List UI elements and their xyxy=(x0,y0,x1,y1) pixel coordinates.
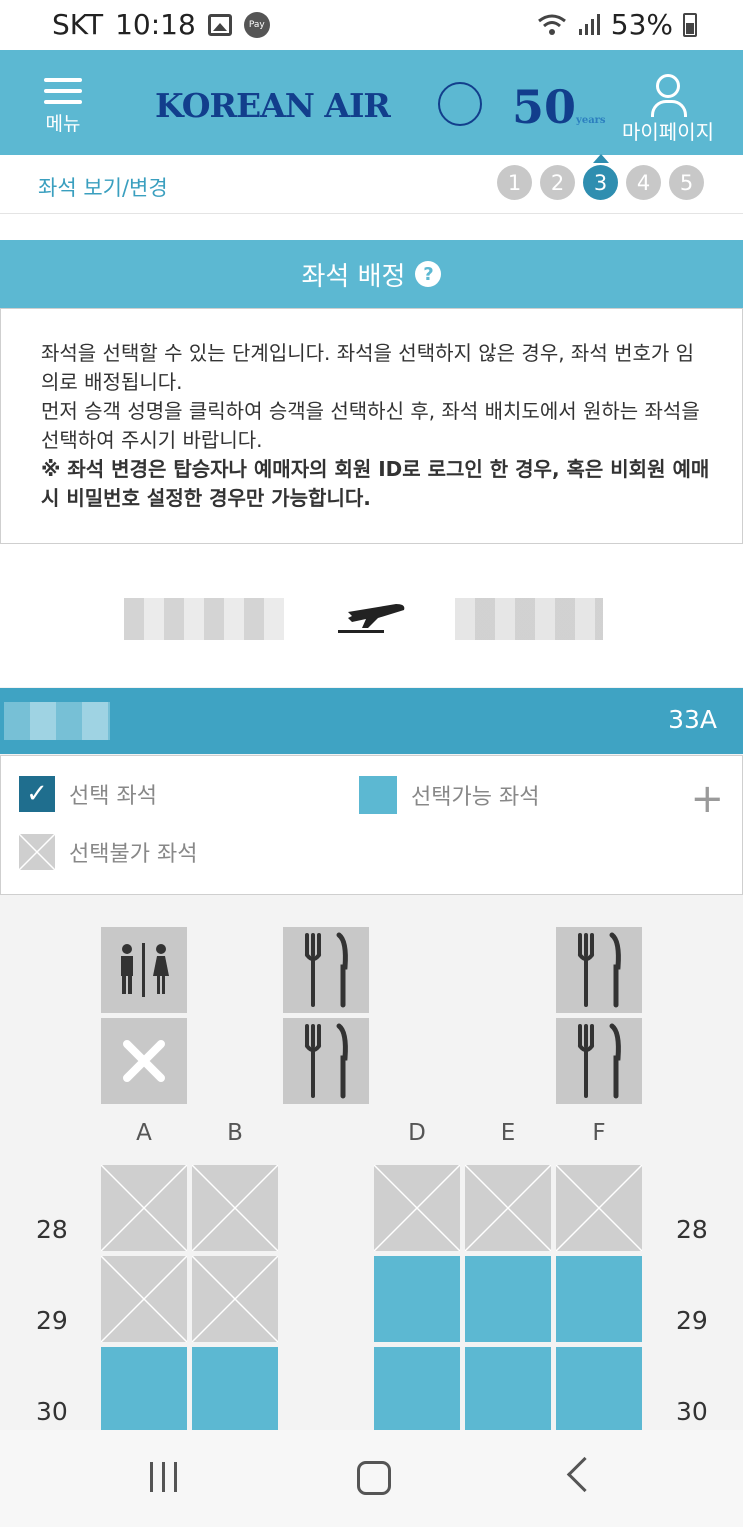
column-label-f: F xyxy=(592,1120,606,1146)
battery-percent: 53% xyxy=(610,8,673,41)
seat-30b[interactable] xyxy=(192,1347,278,1430)
seat-30d[interactable] xyxy=(374,1347,460,1430)
row-number-28-left: 28 xyxy=(36,1215,68,1244)
column-label-b: B xyxy=(227,1120,243,1146)
info-text: 좌석을 선택할 수 있는 단계입니다. 좌석을 선택하지 않은 경우, 좌석 번… xyxy=(41,339,711,513)
step-3: 3 xyxy=(583,154,618,200)
status-right: 53% xyxy=(537,8,697,41)
passenger-name-redacted xyxy=(4,702,110,740)
legend-selected-label: 선택 좌석 xyxy=(69,784,157,809)
legend-unavailable: 선택불가 좌석 xyxy=(19,834,197,870)
airplane-icon xyxy=(338,604,405,633)
seat-30a[interactable] xyxy=(101,1347,187,1430)
logo-text: KOREAN AIR xyxy=(155,86,391,125)
pay-icon: Pay xyxy=(243,11,270,38)
row-number-30-left: 30 xyxy=(36,1397,68,1426)
seat-29b[interactable] xyxy=(191,1255,279,1343)
korean-air-logo[interactable]: KOREAN AIR xyxy=(155,86,391,125)
gallery-icon xyxy=(207,13,232,36)
mypage-label: 마이페이지 xyxy=(622,120,714,144)
seat-30e[interactable] xyxy=(465,1347,551,1430)
legend-available: 선택가능 좌석 xyxy=(359,776,539,814)
recent-apps-icon[interactable] xyxy=(150,1462,177,1492)
mypage-button[interactable]: 마이페이지 xyxy=(618,74,718,145)
galley-icon xyxy=(283,1018,369,1104)
legend-selected: ✓ 선택 좌석 xyxy=(19,776,157,812)
galley-icon xyxy=(556,1018,642,1104)
section-title-text: 좌석 배정 xyxy=(301,261,406,292)
seat-28a[interactable] xyxy=(100,1164,188,1252)
signal-icon xyxy=(578,13,600,35)
origin-redacted xyxy=(124,598,284,640)
hamburger-icon xyxy=(38,78,88,104)
seat-29e[interactable] xyxy=(465,1256,551,1342)
blocked-icon xyxy=(101,1018,187,1104)
destination-redacted xyxy=(455,598,603,640)
expand-plus-icon[interactable]: + xyxy=(690,776,724,822)
person-icon xyxy=(651,74,687,117)
page-title: 좌석 보기/변경 xyxy=(38,176,168,200)
info-line-1: 좌석을 선택할 수 있는 단계입니다. 좌석을 선택하지 않은 경우, 좌석 번… xyxy=(41,341,695,394)
status-left: SKT 10:18 Pay xyxy=(52,8,270,41)
unavailable-swatch xyxy=(19,834,55,870)
menu-button[interactable]: 메뉴 xyxy=(38,78,88,136)
row-number-29-left: 29 xyxy=(36,1306,68,1335)
section-title: 좌석 배정 ? xyxy=(0,240,743,308)
help-icon[interactable]: ? xyxy=(415,261,442,287)
legend-unavailable-label: 선택불가 좌석 xyxy=(69,842,198,867)
battery-icon xyxy=(683,12,697,37)
row-number-30-right: 30 xyxy=(676,1397,708,1426)
info-box: 좌석을 선택할 수 있는 단계입니다. 좌석을 선택하지 않은 경우, 좌석 번… xyxy=(0,308,743,544)
legend-available-label: 선택가능 좌석 xyxy=(411,785,540,810)
row-number-28-right: 28 xyxy=(676,1215,708,1244)
passenger-seat: 33A xyxy=(668,705,717,734)
seat-28b[interactable] xyxy=(191,1164,279,1252)
column-label-a: A xyxy=(136,1120,152,1146)
clock: 10:18 xyxy=(115,8,196,41)
seat-29d[interactable] xyxy=(374,1256,460,1342)
menu-label: 메뉴 xyxy=(45,113,81,135)
column-label-e: E xyxy=(500,1120,516,1146)
anniversary-logo: 50years xyxy=(512,80,606,134)
step-2: 2 xyxy=(540,165,575,200)
step-4: 4 xyxy=(626,165,661,200)
carrier: SKT xyxy=(52,8,104,41)
galley-icon xyxy=(556,927,642,1013)
anniversary-sub: years xyxy=(576,115,606,126)
home-icon[interactable] xyxy=(357,1461,391,1495)
seat-28f[interactable] xyxy=(555,1164,643,1252)
passenger-bar[interactable] xyxy=(0,688,743,754)
step-1: 1 xyxy=(497,165,532,200)
seat-28d[interactable] xyxy=(373,1164,461,1252)
seat-29a[interactable] xyxy=(100,1255,188,1343)
info-line-2: 먼저 승객 성명을 클릭하여 승객을 선택하신 후, 좌석 배치도에서 원하는 … xyxy=(41,399,700,452)
step-5: 5 xyxy=(669,165,704,200)
lavatory-icon xyxy=(101,927,187,1013)
seat-legend: ✓ 선택 좌석 선택가능 좌석 선택불가 좌석 + xyxy=(0,755,743,895)
available-swatch xyxy=(359,776,397,814)
seat-29f[interactable] xyxy=(556,1256,642,1342)
wifi-icon xyxy=(537,14,566,35)
step-indicator: 1 2 3 4 5 xyxy=(497,154,704,200)
anniversary-number: 50 xyxy=(512,80,577,134)
skyteam-icon xyxy=(438,82,482,126)
seat-28e[interactable] xyxy=(464,1164,552,1252)
galley-icon xyxy=(283,927,369,1013)
checkmark-icon: ✓ xyxy=(19,776,55,812)
seat-30f[interactable] xyxy=(556,1347,642,1430)
column-label-d: D xyxy=(408,1120,426,1146)
spacer xyxy=(0,214,743,240)
row-number-29-right: 29 xyxy=(676,1306,708,1335)
info-line-3: ※ 좌석 변경은 탑승자나 예매자의 회원 ID로 로그인 한 경우, 혹은 비… xyxy=(41,457,710,510)
